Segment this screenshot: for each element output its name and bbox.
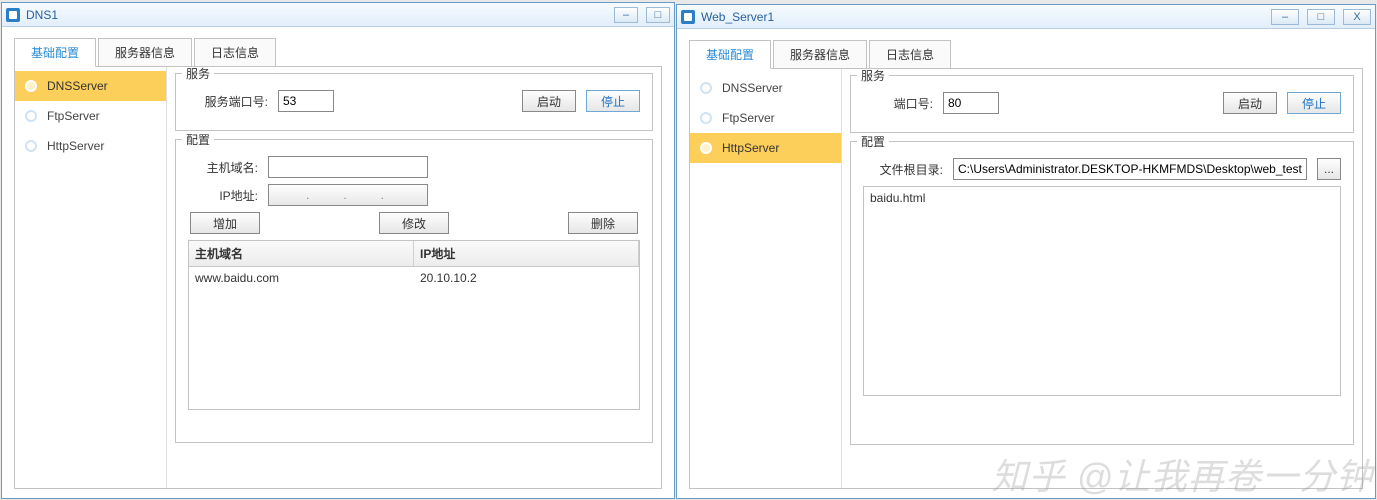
legend-config: 配置 (857, 133, 889, 150)
sidebar-label: FtpServer (722, 111, 775, 125)
dns-records-grid[interactable]: 主机域名 IP地址 www.baidu.com 20.10.10.2 (188, 240, 640, 410)
dot-icon (25, 110, 37, 122)
col-ip[interactable]: IP地址 (414, 241, 639, 266)
sidebar-item-dnsserver[interactable]: DNSServer (15, 71, 166, 101)
host-label: 主机域名: (188, 159, 258, 176)
ip-label: IP地址: (188, 187, 258, 204)
ip-input[interactable]: . . . (268, 184, 428, 206)
list-item[interactable]: baidu.html (870, 191, 1334, 205)
tabstrip: 基础配置 服务器信息 日志信息 (14, 37, 662, 66)
dot-icon (25, 140, 37, 152)
fieldset-service: 服务 端口号: 启动 停止 (850, 75, 1354, 133)
sidebar-item-dnsserver[interactable]: DNSServer (690, 73, 841, 103)
root-label: 文件根目录: (863, 161, 943, 178)
legend-config: 配置 (182, 131, 214, 148)
sidebar: DNSServer FtpServer HttpServer (15, 67, 167, 488)
fieldset-config: 配置 文件根目录: ... baidu.html (850, 141, 1354, 445)
maximize-button[interactable]: □ (646, 7, 670, 23)
host-input[interactable] (268, 156, 428, 178)
tab-server[interactable]: 服务器信息 (98, 38, 192, 67)
delete-button[interactable]: 删除 (568, 212, 638, 234)
stop-button[interactable]: 停止 (586, 90, 640, 112)
port-label: 服务端口号: (188, 93, 268, 110)
tabstrip: 基础配置 服务器信息 日志信息 (689, 39, 1363, 68)
window-title: DNS1 (26, 8, 614, 22)
file-listbox[interactable]: baidu.html (863, 186, 1341, 396)
sidebar-label: HttpServer (722, 141, 779, 155)
minimize-button[interactable]: – (614, 7, 638, 23)
cell-host: www.baidu.com (189, 267, 414, 289)
sidebar-label: HttpServer (47, 139, 104, 153)
window-title: Web_Server1 (701, 10, 1271, 24)
cell-ip: 20.10.10.2 (414, 267, 639, 289)
browse-button[interactable]: ... (1317, 158, 1341, 180)
legend-service: 服务 (857, 69, 889, 84)
stop-button[interactable]: 停止 (1287, 92, 1341, 114)
app-icon (681, 10, 695, 24)
port-input[interactable] (278, 90, 334, 112)
maximize-button[interactable]: □ (1307, 9, 1335, 25)
titlebar-dns[interactable]: DNS1 – □ (2, 3, 674, 27)
sidebar-item-httpserver[interactable]: HttpServer (690, 133, 841, 163)
col-host[interactable]: 主机域名 (189, 241, 414, 266)
root-input[interactable] (953, 158, 1307, 180)
dot-icon (700, 82, 712, 94)
start-button[interactable]: 启动 (1223, 92, 1277, 114)
port-label: 端口号: (863, 95, 933, 112)
tab-basic[interactable]: 基础配置 (689, 40, 771, 69)
sidebar-item-ftpserver[interactable]: FtpServer (15, 101, 166, 131)
window-web: Web_Server1 – □ X 基础配置 服务器信息 日志信息 DNSSer… (676, 4, 1376, 499)
sidebar-item-ftpserver[interactable]: FtpServer (690, 103, 841, 133)
edit-button[interactable]: 修改 (379, 212, 449, 234)
close-button[interactable]: X (1343, 9, 1371, 25)
tab-log[interactable]: 日志信息 (194, 38, 276, 67)
sidebar-label: FtpServer (47, 109, 100, 123)
fieldset-config: 配置 主机域名: IP地址: . . . 增加 修改 删除 (175, 139, 653, 443)
sidebar: DNSServer FtpServer HttpServer (690, 69, 842, 488)
window-dns: DNS1 – □ 基础配置 服务器信息 日志信息 DNSServer FtpSe… (1, 2, 675, 499)
dot-icon (700, 112, 712, 124)
sidebar-label: DNSServer (47, 79, 108, 93)
tab-server[interactable]: 服务器信息 (773, 40, 867, 69)
add-button[interactable]: 增加 (190, 212, 260, 234)
dot-icon (25, 80, 37, 92)
tab-basic[interactable]: 基础配置 (14, 38, 96, 67)
table-row[interactable]: www.baidu.com 20.10.10.2 (189, 267, 639, 289)
start-button[interactable]: 启动 (522, 90, 576, 112)
port-input[interactable] (943, 92, 999, 114)
dot-icon (700, 142, 712, 154)
sidebar-item-httpserver[interactable]: HttpServer (15, 131, 166, 161)
minimize-button[interactable]: – (1271, 9, 1299, 25)
legend-service: 服务 (182, 67, 214, 82)
tab-log[interactable]: 日志信息 (869, 40, 951, 69)
fieldset-service: 服务 服务端口号: 启动 停止 (175, 73, 653, 131)
app-icon (6, 8, 20, 22)
titlebar-web[interactable]: Web_Server1 – □ X (677, 5, 1375, 29)
sidebar-label: DNSServer (722, 81, 783, 95)
